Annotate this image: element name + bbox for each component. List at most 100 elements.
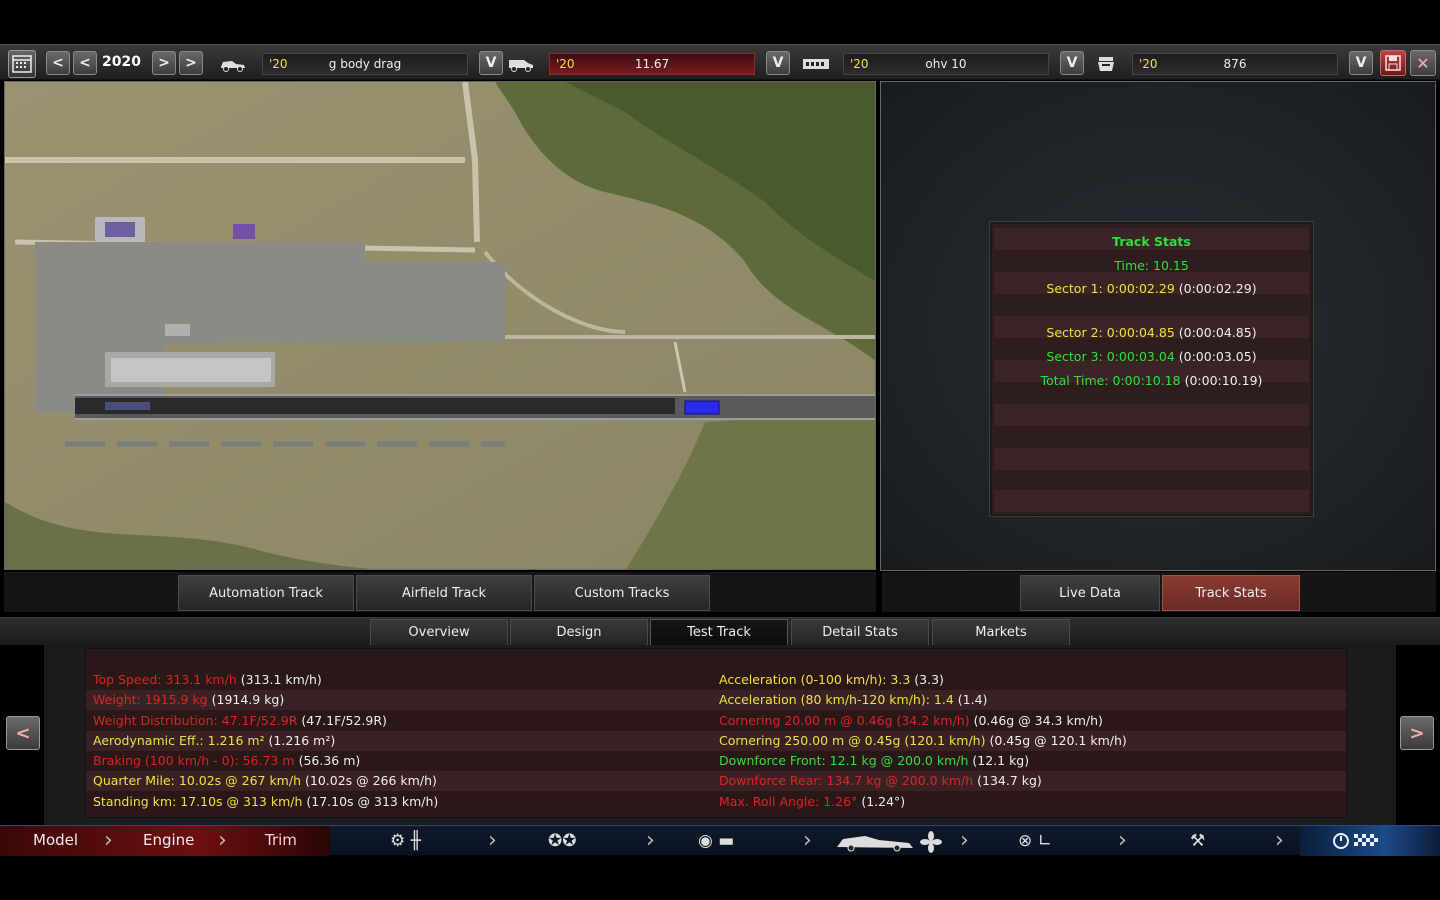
stat-previous-value: (1.4) — [957, 692, 988, 707]
chevron-right-icon: › — [1118, 828, 1127, 853]
chevron-right-icon: › — [488, 828, 497, 853]
platform-select-field[interactable]: '20 11.67 — [549, 53, 755, 75]
stat-previous-value: (10.02s @ 266 km/h) — [304, 773, 437, 788]
next-page-button[interactable]: > — [1400, 716, 1434, 750]
sector-2-time: Sector 2: 0:00:04.85 — [1046, 325, 1175, 340]
stat-value: Downforce Rear: 134.7 kg @ 200.0 km/h — [719, 773, 974, 788]
total-time-prev: (0:00:10.19) — [1184, 373, 1263, 388]
tab-overview[interactable]: Overview — [370, 619, 508, 646]
engine-family-dropdown-button[interactable]: V — [1060, 51, 1084, 75]
stat-value: Quarter Mile: 10.02s @ 267 km/h — [93, 773, 301, 788]
tab-design[interactable]: Design — [510, 619, 648, 646]
stat-row: Downforce Front: 12.1 kg @ 200.0 km/h (1… — [719, 751, 1029, 771]
bottom-navigation: Model › Engine › Trim ⚙ ╫ › ✪✪ › ◉ ▬ › ›… — [0, 825, 1440, 858]
car-body-icon — [218, 53, 248, 75]
stat-previous-value: (134.7 kg) — [977, 773, 1042, 788]
engine-family-value: ohv 10 — [925, 57, 967, 71]
total-time-row: Total Time: 0:00:10.18 (0:00:10.19) — [992, 369, 1311, 392]
stat-value: Aerodynamic Eff.: 1.216 m² — [93, 733, 265, 748]
stat-value: Cornering 20.00 m @ 0.46g (34.2 km/h) — [719, 713, 970, 728]
year-back-button[interactable]: < — [46, 51, 70, 75]
stat-value: Standing km: 17.10s @ 313 km/h — [93, 794, 303, 809]
tab-custom-tracks[interactable]: Custom Tracks — [534, 575, 710, 611]
engine-variant-field[interactable]: '20 876 — [1132, 53, 1338, 75]
track-stats-box: Track Stats Time: 10.15 Sector 1: 0:00:0… — [990, 222, 1313, 516]
track-stats-title: Track Stats — [1112, 234, 1191, 249]
tab-detail-stats[interactable]: Detail Stats — [791, 619, 929, 646]
stat-previous-value: (17.10s @ 313 km/h) — [306, 794, 439, 809]
tab-airfield-track[interactable]: Airfield Track — [356, 575, 532, 611]
stat-previous-value: (313.1 km/h) — [240, 672, 322, 687]
body-value: g body drag — [328, 57, 402, 71]
save-icon[interactable] — [1380, 50, 1406, 76]
stat-value: Top Speed: 313.1 km/h — [93, 672, 237, 687]
platform-value: 11.67 — [634, 57, 670, 71]
stat-value: Weight Distribution: 47.1F/52.9R — [93, 713, 298, 728]
engine-variant-dropdown-button[interactable]: V — [1349, 51, 1373, 75]
test-track-icon[interactable] — [1332, 831, 1392, 856]
stat-row: Acceleration (80 km/h-120 km/h): 1.4 (1.… — [719, 690, 987, 710]
track-map[interactable] — [4, 81, 876, 570]
close-icon[interactable]: ✕ — [1410, 50, 1436, 76]
total-time: Total Time: 0:00:10.18 — [1040, 373, 1181, 388]
calendar-icon[interactable] — [8, 50, 36, 78]
tab-track-stats[interactable]: Track Stats — [1162, 575, 1300, 611]
stat-value: Cornering 250.00 m @ 0.45g (120.1 km/h) — [719, 733, 986, 748]
nav-trim[interactable]: Trim — [265, 831, 297, 849]
stat-row: Acceleration (0-100 km/h): 3.3 (3.3) — [719, 670, 944, 690]
body-dropdown-button[interactable]: V — [479, 51, 503, 75]
chevron-right-icon: › — [960, 828, 969, 853]
tab-test-track[interactable]: Test Track — [650, 619, 788, 646]
stat-row: Cornering 20.00 m @ 0.46g (34.2 km/h) (0… — [719, 711, 1103, 731]
sector-2-prev: (0:00:04.85) — [1178, 325, 1257, 340]
stat-row: Standing km: 17.10s @ 313 km/h (17.10s @… — [93, 792, 438, 812]
aero-icon[interactable] — [835, 831, 945, 858]
chevron-right-icon: › — [803, 828, 812, 853]
body-select-field[interactable]: '20 g body drag — [262, 53, 468, 75]
stat-row: Aerodynamic Eff.: 1.216 m² (1.216 m²) — [93, 731, 335, 751]
stat-value: Downforce Front: 12.1 kg @ 200.0 km/h — [719, 753, 969, 768]
airfield-satellite-image — [5, 82, 875, 569]
stat-row: Weight Distribution: 47.1F/52.9R (47.1F/… — [93, 711, 387, 731]
stat-value: Acceleration (80 km/h-120 km/h): 1.4 — [719, 692, 954, 707]
tab-live-data[interactable]: Live Data — [1020, 575, 1160, 611]
year-forward-step-button[interactable]: > — [152, 51, 176, 75]
year-forward-button[interactable]: > — [179, 51, 203, 75]
sector-2-row: Sector 2: 0:00:04.85 (0:00:04.85) — [992, 321, 1311, 344]
stat-previous-value: (1.24°) — [861, 794, 906, 809]
sector-3-prev: (0:00:03.05) — [1178, 349, 1257, 364]
car-marker — [684, 400, 720, 415]
tab-markets[interactable]: Markets — [932, 619, 1070, 646]
year-back-step-button[interactable]: < — [73, 51, 97, 75]
sector-1-prev: (0:00:02.29) — [1178, 281, 1257, 296]
van-icon — [506, 53, 536, 75]
wheels-icon[interactable]: ✪✪ — [548, 831, 577, 851]
stat-value: Braking (100 km/h - 0): 56.73 m — [93, 753, 295, 768]
nav-model[interactable]: Model — [33, 831, 78, 849]
previous-page-button[interactable]: < — [6, 716, 40, 750]
stat-previous-value: (1.216 m²) — [268, 733, 336, 748]
track-time: Time: 10.15 — [1114, 258, 1189, 273]
tire-body-icon[interactable]: ◉ ▬ — [698, 831, 734, 851]
platform-dropdown-button[interactable]: V — [766, 51, 790, 75]
year-label: 2020 — [102, 54, 141, 70]
gearbox-icon[interactable]: ⚙ ╫ — [390, 831, 421, 851]
nav-engine[interactable]: Engine — [143, 831, 194, 849]
top-toolbar: < < 2020 > > '20 g body drag V '20 11.67… — [0, 44, 1440, 80]
stat-previous-value: (0.46g @ 34.3 km/h) — [973, 713, 1103, 728]
interior-icon[interactable]: ⊗ ∟ — [1018, 831, 1052, 851]
stat-row: Weight: 1915.9 kg (1914.9 kg) — [93, 690, 284, 710]
sector-1-row: Sector 1: 0:00:02.29 (0:00:02.29) — [992, 277, 1311, 300]
sector-3-row: Sector 3: 0:00:03.04 (0:00:03.05) — [992, 345, 1311, 368]
track-tabs: Automation Track Airfield Track Custom T… — [4, 572, 876, 612]
stat-previous-value: (3.3) — [914, 672, 944, 687]
tab-automation-track[interactable]: Automation Track — [178, 575, 354, 611]
stat-value: Acceleration (0-100 km/h): 3.3 — [719, 672, 911, 687]
engine-block-icon — [801, 53, 831, 75]
chevron-right-icon: › — [646, 828, 655, 853]
chevron-right-icon: › — [1275, 828, 1284, 853]
right-panel-tabs: Live Data Track Stats — [882, 572, 1436, 612]
stat-row: Quarter Mile: 10.02s @ 267 km/h (10.02s … — [93, 771, 437, 791]
suspension-icon[interactable]: ⚒ — [1190, 831, 1205, 851]
engine-family-field[interactable]: '20 ohv 10 — [843, 53, 1049, 75]
